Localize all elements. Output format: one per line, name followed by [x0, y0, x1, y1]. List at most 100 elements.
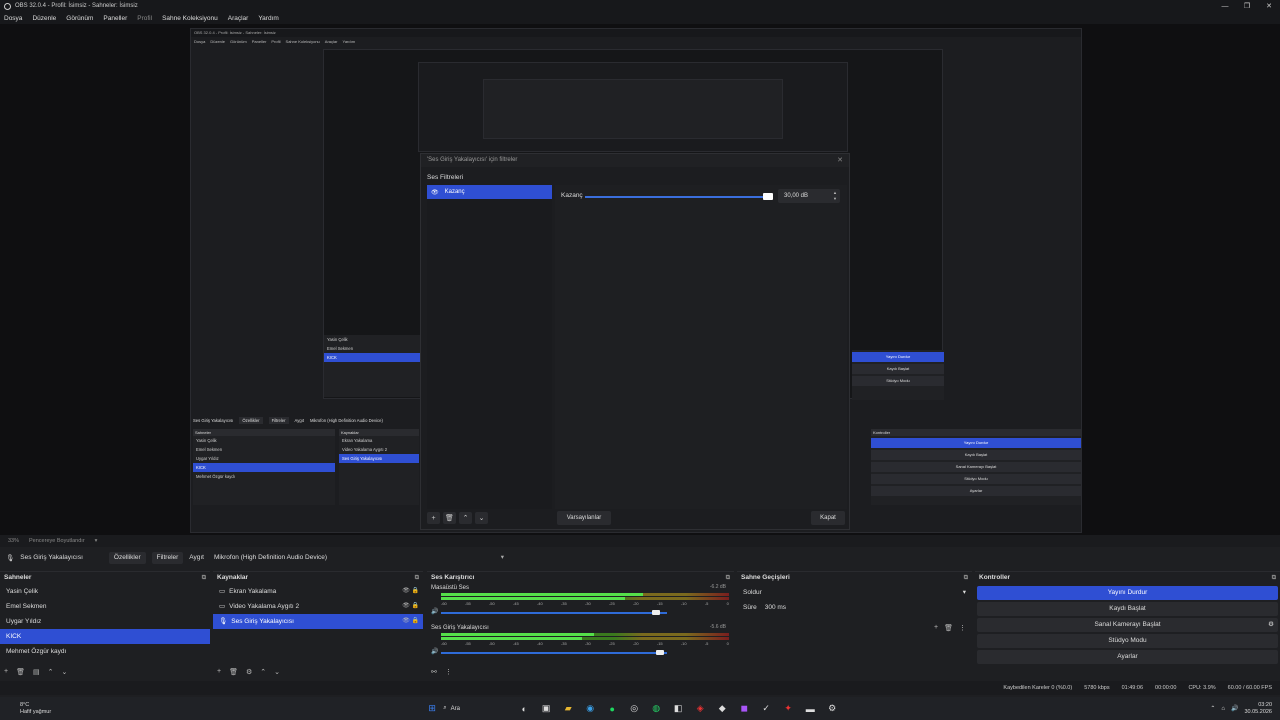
minimize-icon[interactable]: —	[1214, 0, 1236, 12]
settings-button[interactable]: Ayarlar	[977, 650, 1278, 664]
move-down-icon[interactable]: ⌄	[61, 668, 67, 676]
source-settings-icon[interactable]: ⚙	[246, 668, 252, 676]
transition-select[interactable]: Soldur ▾	[740, 586, 969, 599]
move-down-icon[interactable]: ⌄	[274, 668, 280, 676]
whatsapp-icon[interactable]: ◍	[648, 701, 664, 717]
remove-scene-icon[interactable]: 🗑	[16, 668, 25, 676]
duration-input[interactable]: 300 ms	[765, 601, 786, 614]
app-icon[interactable]: ◆	[714, 701, 730, 717]
close-button[interactable]: Kapat	[811, 511, 845, 525]
edge-icon[interactable]: ◉	[582, 701, 598, 717]
visibility-lock-icons[interactable]: 👁 🔒	[402, 599, 419, 614]
folder-icon[interactable]: ▰	[560, 701, 576, 717]
spotify-icon[interactable]: ●	[604, 701, 620, 717]
dock-float-icon[interactable]: ⧉	[964, 572, 968, 584]
scene-item[interactable]: Yasin Çelik	[0, 584, 210, 599]
menu-file[interactable]: Dosya	[4, 15, 22, 22]
start-virtual-camera-button[interactable]: Sanal Kamerayı Başlat ⚙	[977, 618, 1278, 632]
dock-float-icon[interactable]: ⧉	[726, 572, 730, 584]
volume-slider[interactable]	[441, 612, 667, 614]
add-scene-icon[interactable]: +	[4, 668, 8, 676]
move-down-icon[interactable]: ⌄	[475, 512, 488, 524]
scene-item[interactable]: KICK	[0, 629, 210, 644]
clock[interactable]: 03:20 30.05.2026	[1244, 702, 1272, 716]
move-up-icon[interactable]: ⌃	[260, 668, 266, 676]
chevron-down-icon: ▾	[962, 589, 966, 596]
zoom-level[interactable]: 33%	[8, 538, 19, 544]
filter-item-gain[interactable]: 👁 Kazanç	[427, 185, 552, 199]
source-item[interactable]: 🎙 Ses Giriş Yakalayıcısı 👁 🔒	[213, 614, 423, 629]
source-item[interactable]: ▭ Video Yakalama Aygıtı 2 👁 🔒	[213, 599, 423, 614]
app-icon[interactable]: ◧	[670, 701, 686, 717]
dock-float-icon[interactable]: ⧉	[415, 572, 419, 584]
gain-slider-handle[interactable]	[763, 193, 773, 200]
studio-mode-button[interactable]: Stüdyo Modu	[977, 634, 1278, 648]
task-view-icon[interactable]: ▣	[538, 701, 554, 717]
eye-icon[interactable]: 👁	[431, 189, 439, 196]
search-box[interactable]: ⌕ Ara	[443, 705, 513, 712]
dialog-close-icon[interactable]: ✕	[837, 156, 843, 164]
add-filter-icon[interactable]: +	[427, 512, 440, 524]
more-icon[interactable]: ⋮	[959, 624, 966, 632]
scene-filters-icon[interactable]: ▤	[33, 668, 40, 676]
menu-scene-collection[interactable]: Sahne Koleksiyonu	[162, 15, 218, 22]
app-icon[interactable]: ◈	[692, 701, 708, 717]
volume-handle[interactable]	[656, 650, 664, 655]
gain-value: 30,00 dB	[784, 193, 809, 199]
network-icon[interactable]: ⌂	[1221, 706, 1225, 712]
gain-spinbox[interactable]: 30,00 dB ▲ ▼	[778, 189, 840, 203]
maximize-icon[interactable]: ❐	[1236, 0, 1258, 12]
link-icon[interactable]: ⚯	[431, 668, 437, 676]
defaults-button[interactable]: Varsayılanlar	[557, 511, 611, 525]
properties-button[interactable]: Özellikler	[108, 551, 146, 564]
gain-slider[interactable]	[585, 196, 765, 198]
more-icon[interactable]: ⋮	[445, 668, 452, 676]
tray-arrow-icon[interactable]: ⌃	[1210, 705, 1215, 712]
app-icon[interactable]: ◐	[516, 701, 532, 717]
app-icon[interactable]: ▬	[802, 701, 818, 717]
start-recording-button[interactable]: Kaydı Başlat	[977, 602, 1278, 616]
dock-float-icon[interactable]: ⧉	[202, 572, 206, 584]
device-select[interactable]: Mikrofon (High Definition Audio Device)	[210, 551, 506, 564]
app-icon[interactable]: ✓	[758, 701, 774, 717]
remove-transition-icon[interactable]: 🗑	[944, 624, 953, 632]
menu-edit[interactable]: Düzenle	[32, 15, 56, 22]
dock-float-icon[interactable]: ⧉	[1272, 572, 1276, 584]
dropped-frames: Kaybedilen Kareler 0 (%0.0)	[1003, 685, 1073, 691]
app-icon[interactable]: ◼	[736, 701, 752, 717]
speaker-icon[interactable]: 🔊	[431, 608, 438, 615]
obs-icon[interactable]: ◎	[626, 701, 642, 717]
scene-item[interactable]: Emel Sekmen	[0, 599, 210, 614]
menu-help[interactable]: Yardım	[258, 15, 278, 22]
menu-profile[interactable]: Profil	[137, 15, 152, 22]
volume-icon[interactable]: 🔊	[1231, 705, 1238, 712]
spin-arrows-icon[interactable]: ▲ ▼	[833, 190, 837, 202]
menu-docks[interactable]: Paneller	[103, 15, 127, 22]
menu-tools[interactable]: Araçlar	[228, 15, 249, 22]
settings-icon[interactable]: ⚙	[824, 701, 840, 717]
remove-source-icon[interactable]: 🗑	[229, 668, 238, 676]
chevron-down-icon[interactable]: ▾	[95, 538, 98, 544]
close-icon[interactable]: ✕	[1258, 0, 1280, 12]
move-up-icon[interactable]: ⌃	[459, 512, 472, 524]
start-icon[interactable]: ⊞	[424, 701, 440, 717]
scene-item[interactable]: Mehmet Özgür kaydı	[0, 644, 210, 659]
visibility-lock-icons[interactable]: 👁 🔒	[402, 614, 419, 629]
scale-mode[interactable]: Pencereye Boyutlandır	[29, 538, 85, 544]
weather-widget[interactable]: 8°C Hafif yağmur	[20, 702, 51, 716]
menu-view[interactable]: Görünüm	[66, 15, 93, 22]
add-transition-icon[interactable]: +	[934, 624, 938, 632]
volume-slider[interactable]	[441, 652, 667, 654]
stop-streaming-button[interactable]: Yayını Durdur	[977, 586, 1278, 600]
source-item[interactable]: ▭ Ekran Yakalama 👁 🔒	[213, 584, 423, 599]
add-source-icon[interactable]: +	[217, 668, 221, 676]
nested-sources: Kaynaklar Ekran Yakalama Video Yakalama …	[339, 429, 419, 505]
volume-handle[interactable]	[652, 610, 660, 615]
scene-item[interactable]: Uygar Yıldız	[0, 614, 210, 629]
speaker-icon[interactable]: 🔊	[431, 648, 438, 655]
visibility-lock-icons[interactable]: 👁 🔒	[402, 584, 419, 599]
app-icon[interactable]: ✦	[780, 701, 796, 717]
remove-filter-icon[interactable]: 🗑	[443, 512, 456, 524]
move-up-icon[interactable]: ⌃	[48, 668, 54, 676]
filters-button[interactable]: Filtreler	[151, 551, 184, 564]
